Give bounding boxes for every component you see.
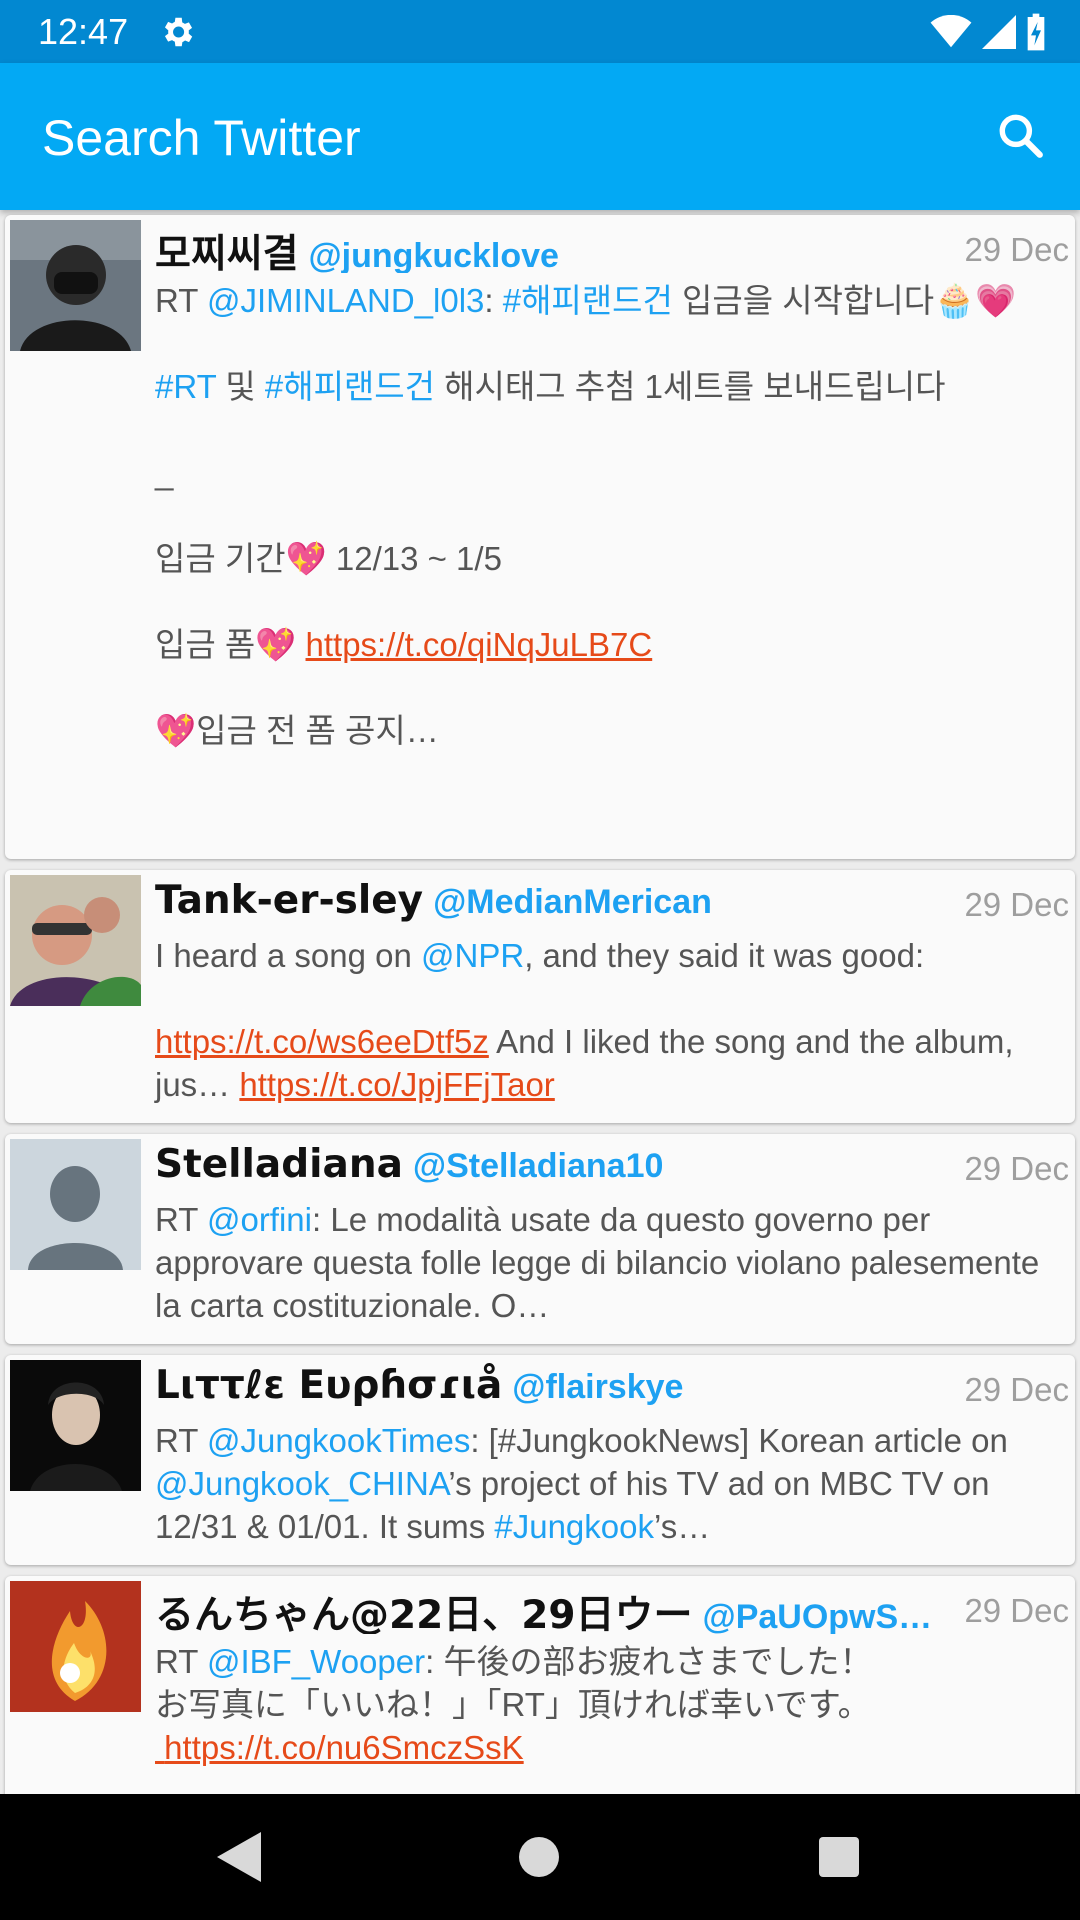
- user-handle[interactable]: @flairskye: [512, 1368, 683, 1406]
- battery-icon: [1027, 13, 1045, 51]
- settings-gear-icon: [164, 17, 193, 47]
- status-bar: 12:47: [0, 0, 1080, 63]
- avatar[interactable]: [10, 1360, 141, 1491]
- tweet-date: 29 Dec: [964, 231, 1069, 268]
- user-name: Stelladiana: [155, 1142, 403, 1187]
- user-handle[interactable]: @MedianMerican: [433, 883, 712, 921]
- tweet-date: 29 Dec: [964, 1592, 1069, 1629]
- mention-link[interactable]: @JIMINLAND_l0l3: [207, 282, 484, 319]
- tweet-text: RT @IBF_Wooper: 午後の部お疲れさまでした！ お写真に「いいね！」…: [155, 1643, 873, 1766]
- page-title: Search Twitter: [42, 110, 361, 166]
- tweet-date: 29 Dec: [964, 886, 1069, 923]
- tweet-header: 모찌씨결 @jungkucklove 29 Dec: [155, 223, 1069, 273]
- tweet-text: RT @JIMINLAND_l0l3: #해피랜드건 입금을 시작합니다🧁💗 #…: [155, 282, 1017, 749]
- search-button[interactable]: [990, 105, 1050, 165]
- url-link[interactable]: https://t.co/qiNqJuLB7C: [306, 626, 653, 663]
- tweet-card[interactable]: 모찌씨결 @jungkucklove 29 Dec RT @JIMINLAND_l…: [5, 215, 1075, 859]
- user-handle[interactable]: @PaUOpwS…: [703, 1598, 933, 1634]
- user-handle[interactable]: @jungkucklove: [309, 237, 559, 273]
- user-handle[interactable]: @Stelladiana10: [413, 1147, 663, 1185]
- back-triangle-icon: [217, 1832, 261, 1882]
- home-circle-icon: [519, 1837, 559, 1877]
- avatar[interactable]: [10, 1139, 141, 1270]
- search-icon: [999, 114, 1043, 158]
- tweet-text: RT @orfini: Le modalità usate da questo …: [155, 1201, 1049, 1324]
- recents-button[interactable]: [806, 1824, 872, 1890]
- tweet-date: 29 Dec: [964, 1150, 1069, 1187]
- recents-square-icon: [819, 1837, 859, 1877]
- tweet-card[interactable]: Stelladiana @Stelladiana10 29 Dec RT @orf…: [5, 1134, 1075, 1344]
- mention-link[interactable]: @orfini: [207, 1201, 312, 1238]
- url-link[interactable]: https://t.co/nu6SmczSsK: [155, 1729, 524, 1766]
- hashtag-link[interactable]: #해피랜드건: [503, 282, 673, 319]
- url-link[interactable]: https://t.co/ws6eeDtf5z: [155, 1023, 489, 1060]
- app-bar: Search Twitter: [0, 63, 1080, 210]
- tweet-card[interactable]: Lιττℓε Eυρɦσɾιå @flairskye 29 Dec RT @Jun…: [5, 1355, 1075, 1565]
- user-name: 모찌씨결: [155, 232, 299, 273]
- status-icons: [930, 12, 1046, 52]
- tweet-header: Stelladiana @Stelladiana10 29 Dec: [155, 1142, 1069, 1192]
- tweet-card[interactable]: Tank-er-sley @MedianMerican 29 Dec I hear…: [5, 870, 1075, 1123]
- tweet-text: RT @JungkookTimes: [#JungkookNews] Korea…: [155, 1422, 1017, 1545]
- avatar[interactable]: [10, 220, 141, 351]
- user-name: Lιττℓε Eυρɦσɾιå: [155, 1363, 503, 1408]
- status-time: 12:47: [38, 11, 129, 52]
- tweet-header: Lιττℓε Eυρɦσɾιå @flairskye 29 Dec: [155, 1363, 1069, 1413]
- back-button[interactable]: [206, 1824, 272, 1890]
- user-name: Tank-er-sley: [155, 878, 424, 923]
- hashtag-link[interactable]: #Jungkook: [494, 1508, 654, 1545]
- avatar[interactable]: [10, 1581, 141, 1712]
- mention-link[interactable]: @JungkookTimes: [207, 1422, 470, 1459]
- mention-link[interactable]: @Jungkook_CHINA: [155, 1465, 448, 1502]
- tweet-text: I heard a song on @NPR, and they said it…: [155, 937, 1023, 1103]
- mention-link[interactable]: @NPR: [421, 937, 524, 974]
- wifi-icon: [930, 15, 972, 48]
- tweet-card[interactable]: るんちゃん@22日、29日ウー @PaUOpwS… 29 Dec RT @IBF_…: [5, 1576, 1075, 1794]
- cell-signal-icon: [982, 15, 1016, 49]
- hashtag-link[interactable]: #RT: [155, 368, 216, 405]
- user-name: るんちゃん@22日、29日ウー: [155, 1593, 693, 1634]
- navigation-bar: [0, 1794, 1080, 1920]
- tweet-header: Tank-er-sley @MedianMerican 29 Dec: [155, 878, 1069, 928]
- hashtag-link[interactable]: #해피랜드건: [265, 368, 435, 405]
- url-link[interactable]: https://t.co/JpjFFjTaor: [239, 1066, 554, 1103]
- default-profile-icon: [10, 1139, 141, 1270]
- tweet-feed[interactable]: 모찌씨결 @jungkucklove 29 Dec RT @JIMINLAND_l…: [0, 210, 1080, 1794]
- mention-link[interactable]: @IBF_Wooper: [207, 1643, 425, 1680]
- tweet-header: るんちゃん@22日、29日ウー @PaUOpwS… 29 Dec: [155, 1584, 1069, 1634]
- avatar[interactable]: [10, 875, 141, 1006]
- home-button[interactable]: [506, 1824, 572, 1890]
- tweet-date: 29 Dec: [964, 1371, 1069, 1408]
